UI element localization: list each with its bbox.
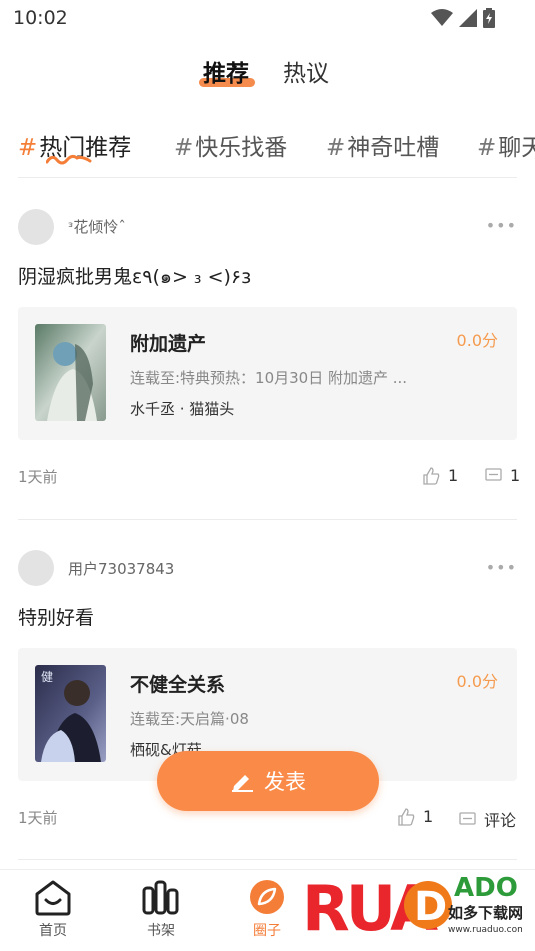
topic-amazing-roast[interactable]: #神奇吐槽 bbox=[326, 128, 439, 162]
hash-icon: # bbox=[326, 135, 346, 161]
nav-label: 书架 bbox=[147, 923, 175, 939]
book-cover: 健 bbox=[35, 665, 106, 762]
book-update: 连载至:特典预热：10月30日 附加遗产 ... bbox=[130, 369, 408, 387]
nav-label: 圈子 bbox=[253, 923, 281, 939]
svg-text:D: D bbox=[414, 884, 447, 930]
post-time: 1天前 bbox=[18, 809, 58, 827]
svg-text:ADO: ADO bbox=[454, 873, 518, 903]
thumbs-up-icon bbox=[423, 466, 440, 485]
comment-label: 评论 bbox=[484, 811, 517, 830]
more-options-icon[interactable]: ••• bbox=[486, 216, 517, 235]
book-author: 水千丞 · 猫猫头 bbox=[130, 400, 235, 418]
like-button[interactable]: 1 bbox=[397, 807, 433, 826]
svg-text:如多下载网: 如多下载网 bbox=[448, 904, 522, 922]
book-cover bbox=[35, 324, 106, 421]
book-score: 0.0分 bbox=[456, 672, 498, 691]
status-time: 10:02 bbox=[13, 7, 68, 29]
home-icon bbox=[35, 880, 71, 916]
battery-icon bbox=[483, 8, 495, 28]
svg-text:健: 健 bbox=[41, 670, 53, 684]
like-count: 1 bbox=[423, 807, 434, 826]
ruaduo-watermark-logo: RUA D ADO 如多下载网 www.ruaduo.com bbox=[302, 872, 522, 945]
comment-count: 1 bbox=[510, 466, 521, 485]
nav-circle[interactable]: 圈子 bbox=[232, 878, 302, 940]
signal-icon bbox=[459, 9, 477, 27]
book-score: 0.0分 bbox=[456, 331, 498, 350]
username[interactable]: 用户73037843 bbox=[68, 558, 174, 579]
post-time: 1天前 bbox=[18, 468, 58, 486]
avatar[interactable] bbox=[18, 550, 54, 586]
comment-button[interactable]: 1 bbox=[485, 466, 520, 485]
book-card[interactable]: 附加遗产 0.0分 连载至:特典预热：10月30日 附加遗产 ... 水千丞 ·… bbox=[18, 307, 517, 440]
post-divider bbox=[18, 519, 517, 520]
topic-fun-find[interactable]: #快乐找番 bbox=[174, 128, 287, 162]
username[interactable]: ᵌ花倾怜ˆ bbox=[68, 216, 126, 237]
publish-label: 发表 bbox=[264, 770, 306, 794]
topic-chat[interactable]: #聊天 bbox=[477, 128, 535, 162]
book-title: 附加遗产 bbox=[130, 333, 207, 355]
tab-recommend[interactable]: 推荐 bbox=[203, 54, 249, 88]
top-tabs: 推荐 热议 bbox=[0, 50, 535, 94]
hash-icon: # bbox=[174, 135, 194, 161]
hash-icon: # bbox=[18, 135, 38, 161]
circle-icon bbox=[250, 880, 284, 914]
thumbs-up-icon bbox=[398, 807, 415, 826]
book-title: 不健全关系 bbox=[130, 674, 226, 696]
post-text: 特别好看 bbox=[18, 607, 95, 629]
status-bar: 10:02 bbox=[0, 0, 535, 36]
active-topic-squiggle-icon bbox=[46, 154, 92, 165]
comment-icon bbox=[485, 468, 502, 481]
wifi-icon bbox=[431, 9, 453, 26]
status-icons bbox=[431, 8, 495, 28]
nav-bookshelf[interactable]: 书架 bbox=[126, 878, 196, 940]
topic-label: 神奇吐槽 bbox=[347, 135, 440, 161]
tab-hot-discussion[interactable]: 热议 bbox=[283, 54, 329, 88]
like-count: 1 bbox=[448, 466, 459, 485]
topic-label: 快乐找番 bbox=[195, 135, 288, 161]
comment-button[interactable]: 评论 bbox=[459, 807, 516, 831]
topic-row: #热门推荐 #快乐找番 #神奇吐槽 #聊天 bbox=[0, 120, 535, 170]
svg-text:www.ruaduo.com: www.ruaduo.com bbox=[448, 925, 522, 935]
avatar[interactable] bbox=[18, 209, 54, 245]
comment-icon bbox=[459, 811, 476, 825]
nav-label: 首页 bbox=[39, 923, 67, 939]
topic-label: 聊天 bbox=[498, 135, 535, 161]
bookshelf-icon bbox=[142, 880, 179, 915]
topic-divider bbox=[18, 177, 517, 178]
nav-home[interactable]: 首页 bbox=[18, 878, 88, 940]
like-button[interactable]: 1 bbox=[422, 466, 458, 485]
hash-icon: # bbox=[477, 135, 497, 161]
book-update: 连载至:天启篇·08 bbox=[130, 710, 249, 728]
edit-pencil-icon bbox=[232, 775, 253, 792]
post-text: 阴湿疯批男鬼ɛ٩(๑> ₃ <)۶з bbox=[18, 266, 252, 288]
publish-button[interactable]: 发表 bbox=[157, 751, 379, 811]
more-options-icon[interactable]: ••• bbox=[486, 558, 517, 577]
